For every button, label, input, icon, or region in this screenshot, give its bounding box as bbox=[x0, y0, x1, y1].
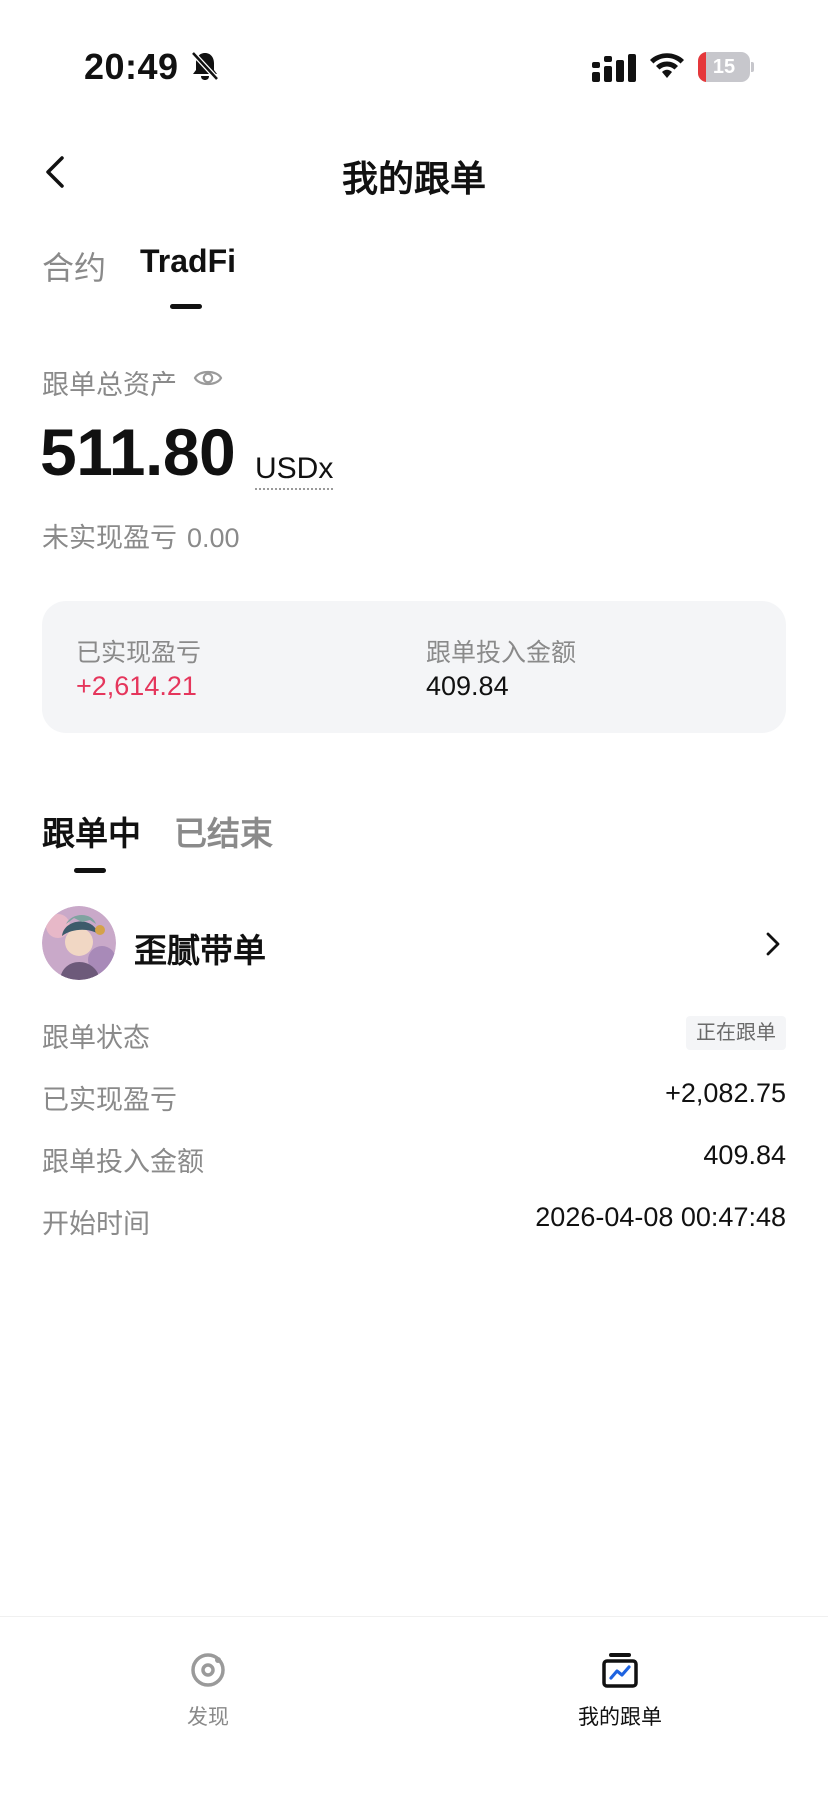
trader-name: 歪腻带单 bbox=[134, 932, 266, 969]
tab-indicator bbox=[170, 304, 202, 309]
status-time: 20:49 bbox=[84, 46, 179, 87]
eye-icon[interactable] bbox=[193, 365, 223, 391]
trader-invest-value: 409.84 bbox=[703, 1140, 786, 1170]
avatar bbox=[42, 906, 116, 980]
invest-amount-value: 409.84 bbox=[426, 671, 509, 701]
trader-row[interactable]: 歪腻带单 bbox=[42, 906, 786, 980]
trader-realized-label: 已实现盈亏 bbox=[42, 1085, 177, 1115]
unrealized-pnl-value: 0.00 bbox=[187, 523, 240, 553]
unrealized-pnl: 未实现盈亏 0.00 bbox=[42, 516, 240, 555]
my-copy-trade-icon bbox=[602, 1653, 638, 1688]
trader-realized-row: 已实现盈亏 +2,082.75 bbox=[42, 1078, 786, 1118]
status-badge: 正在跟单 bbox=[686, 1016, 786, 1050]
realized-pnl-value: +2,614.21 bbox=[76, 671, 197, 701]
follow-status-label: 跟单状态 bbox=[42, 1023, 150, 1053]
trader-invest-label: 跟单投入金额 bbox=[42, 1147, 204, 1177]
follow-status-row: 跟单状态 正在跟单 bbox=[42, 1016, 786, 1056]
realized-pnl-label: 已实现盈亏 bbox=[76, 639, 202, 667]
signal-icon bbox=[592, 54, 636, 82]
trader-invest-row: 跟单投入金额 409.84 bbox=[42, 1140, 786, 1180]
assets-unit[interactable]: USDx bbox=[255, 452, 334, 490]
summary-card: 已实现盈亏 +2,614.21 跟单投入金额 409.84 bbox=[42, 601, 786, 733]
nav-discover[interactable]: 发现 bbox=[128, 1651, 288, 1741]
page-title: 我的跟单 bbox=[341, 158, 486, 199]
battery-icon: 15 bbox=[698, 52, 754, 82]
battery-level: 15 bbox=[712, 56, 736, 78]
nav-discover-label: 发现 bbox=[187, 1706, 229, 1729]
start-time-value: 2026-04-08 00:47:48 bbox=[535, 1202, 786, 1232]
follow-tab-indicator bbox=[74, 868, 106, 873]
chevron-right-icon[interactable] bbox=[764, 930, 782, 958]
start-time-label: 开始时间 bbox=[42, 1209, 150, 1239]
wifi-icon bbox=[650, 53, 684, 78]
unrealized-pnl-label: 未实现盈亏 bbox=[42, 523, 177, 553]
bell-off-icon bbox=[191, 51, 219, 81]
total-assets-label: 跟单总资产 bbox=[42, 370, 177, 400]
nav-my-copy-trade-label: 我的跟单 bbox=[578, 1706, 662, 1729]
nav-my-copy-trade[interactable]: 我的跟单 bbox=[540, 1651, 700, 1741]
tab-contract[interactable]: 合约 bbox=[42, 243, 106, 289]
bottom-nav: 发现 我的跟单 bbox=[0, 1616, 828, 1801]
status-bar: 20:49 15 bbox=[0, 0, 828, 130]
start-time-row: 开始时间 2026-04-08 00:47:48 bbox=[42, 1202, 786, 1242]
tab-tradfi[interactable]: TradFi bbox=[140, 243, 236, 280]
trader-realized-value: +2,082.75 bbox=[665, 1078, 786, 1108]
copy-trade-page: 20:49 15 我的跟单 合约 TradFi 跟单总资产 511.80 USD… bbox=[0, 0, 828, 1801]
total-assets-value: 511.80 bbox=[40, 415, 236, 489]
tab-following[interactable]: 跟单中 bbox=[42, 807, 141, 855]
tab-ended[interactable]: 已结束 bbox=[174, 807, 273, 855]
invest-amount-label: 跟单投入金额 bbox=[426, 639, 577, 667]
discover-icon bbox=[191, 1653, 225, 1687]
